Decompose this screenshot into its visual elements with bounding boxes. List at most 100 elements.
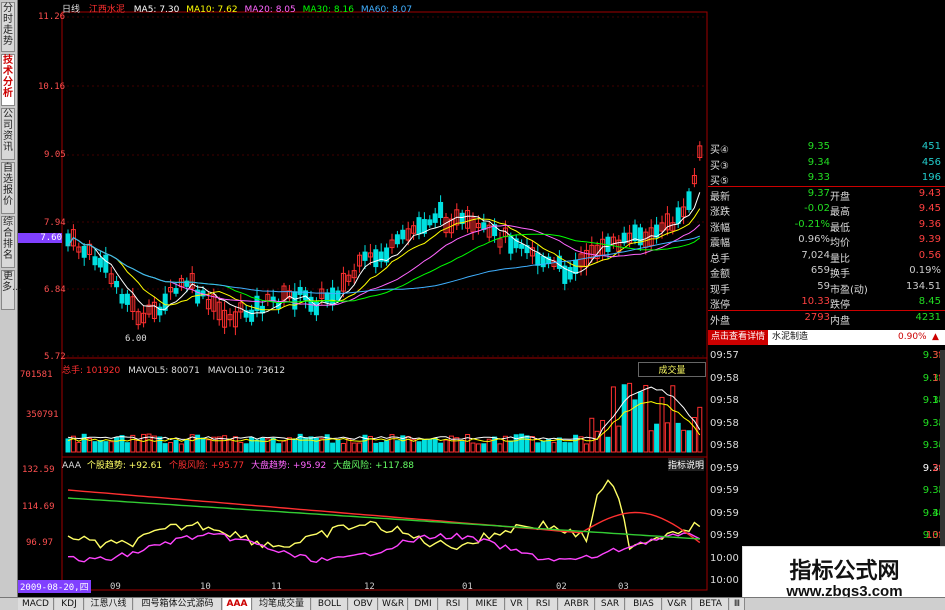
total-volume: 总手: 101920 [62, 366, 121, 376]
indicator-tab[interactable]: VR [506, 598, 528, 610]
tick-time: 09:59 [710, 507, 739, 519]
indicator-tab[interactable]: AAA [223, 598, 252, 610]
ma30-label: MA30: 8.16 [302, 5, 354, 15]
quote-value: 9.37 [807, 187, 830, 199]
volume-bar [232, 436, 238, 453]
tick-time: 09:58 [710, 395, 739, 406]
candle-body [362, 251, 368, 261]
volume-tick: 350791 [26, 410, 59, 420]
candle-body [675, 207, 681, 224]
ma10-label: MA10: 7.62 [186, 5, 238, 15]
tick-row: 09:589.3818⬇ [708, 393, 945, 409]
indicator-tab[interactable]: MIKE [469, 598, 505, 610]
industry-label[interactable]: 水泥制造 [772, 330, 808, 345]
quote-row: 涨停 10.33 跌停 8.45 [708, 295, 945, 311]
ma30-line [67, 233, 701, 304]
indicator-tab[interactable]: 均笔成交量 [253, 598, 311, 610]
date-cursor-label: 2009-08-20,四 [18, 580, 91, 593]
volume-tick: 701581 [20, 370, 53, 380]
volume-bar [243, 443, 249, 453]
quote-value-2: 9.43 [918, 187, 941, 199]
volume-bar [686, 430, 692, 453]
indicator-tab[interactable]: KDJ [55, 598, 84, 610]
indicator-tab[interactable]: BOLL [312, 598, 348, 610]
candle-body [427, 219, 433, 226]
volume-bar [378, 442, 384, 453]
indicator-tab[interactable]: 四号箱体公式源码 [134, 598, 222, 610]
indicator-line-3: 大盘趋势: +95.92 [251, 461, 327, 471]
indicator-line-1: 个股趋势: +92.61 [86, 461, 163, 471]
candle-body [330, 287, 336, 306]
quote-price: 9.33 [807, 172, 830, 183]
volume-bar [135, 439, 141, 453]
view-detail-button[interactable]: 点击查看详情 [708, 330, 769, 345]
indicator-yellow-line [67, 479, 701, 551]
chart-panel[interactable]: 日线 江西水泥 MA5: 7.30 MA10: 7.62 MA20: 8.05 … [18, 0, 708, 597]
volume-bar [157, 436, 163, 453]
volume-bar [184, 439, 190, 453]
volume-bar [394, 440, 400, 453]
month-tick: 11 [271, 582, 282, 592]
indicator-tab[interactable]: W&R [379, 598, 408, 610]
tick-row: 09:599.3924⬆ [708, 461, 945, 477]
quote-price: 9.34 [807, 156, 830, 168]
volume-type-select[interactable]: 成交量 [638, 362, 706, 377]
volume-bar [664, 422, 670, 453]
candle-body [400, 229, 406, 240]
quote-value: 2793 [804, 311, 830, 323]
indicator-tab[interactable]: RSI [529, 598, 558, 610]
volume-bar [173, 439, 179, 453]
indicator-tick: 132.59 [22, 465, 55, 475]
quote-row: 现手 59 市盈(动) 134.51 [708, 280, 945, 296]
tick-time: 10:00 [710, 575, 739, 586]
indicator-tab[interactable]: BETA [693, 598, 729, 610]
indicator-tab[interactable]: SAR [596, 598, 625, 610]
left-tab[interactable]: 技术分析 [1, 54, 15, 106]
volume-bar [168, 442, 174, 453]
candle-body [103, 254, 109, 273]
tick-time: 09:57 [710, 350, 739, 361]
volume-bar [529, 436, 535, 453]
left-tab[interactable]: 公司资讯 [1, 108, 15, 160]
left-tab[interactable]: 分时走势 [1, 2, 15, 52]
volume-bar [216, 436, 222, 453]
month-tick: 10 [200, 582, 211, 592]
tick-row: 09:599.38102⬆ [708, 528, 945, 544]
candle-body [394, 234, 400, 245]
quote-label: 现手 [710, 284, 730, 296]
volume-bar [605, 436, 611, 453]
volume-bar [259, 437, 265, 453]
price-tick: 11.26 [38, 12, 66, 22]
month-tick: 01 [462, 582, 473, 592]
indicator-tab[interactable]: BIAS [626, 598, 662, 610]
mavol10-label: MAVOL10: 73612 [207, 366, 286, 376]
indicator-tick: 96.97 [26, 538, 54, 548]
quote-value: 659 [810, 265, 830, 276]
volume-bar [567, 442, 573, 453]
left-tab[interactable]: 综合排名 [1, 216, 15, 268]
tick-row: 09:589.385⬇ [708, 416, 945, 432]
indicator-help-button[interactable]: 指标说明 [668, 458, 705, 471]
left-tab[interactable]: 更多... [1, 270, 22, 310]
indicator-tab[interactable]: Ⅲ [730, 598, 745, 610]
indicator-tab[interactable]: ARBR [559, 598, 595, 610]
low-price-marker: 6.00 [125, 334, 147, 344]
indicator-tab[interactable]: RSI [439, 598, 468, 610]
left-tab[interactable]: 自选报价 [1, 162, 15, 214]
volume-bar [92, 441, 98, 453]
volume-bar [330, 442, 336, 453]
volume-bar [497, 443, 503, 453]
volume-bar [249, 436, 255, 453]
quote-row: 买③ 9.34 456 [708, 156, 945, 172]
indicator-tab[interactable]: 江恩八线 [85, 598, 133, 610]
indicator-tab[interactable]: DMI [409, 598, 438, 610]
quote-volume: 196 [921, 172, 941, 183]
indicator-tab[interactable]: OBV [349, 598, 378, 610]
volume-bar [108, 441, 114, 453]
volume-bar [373, 442, 379, 453]
kline-chart-svg[interactable] [18, 0, 708, 597]
volume-bar [562, 442, 568, 453]
indicator-tab[interactable]: MACD [18, 598, 54, 610]
price-header: 日线 江西水泥 MA5: 7.30 MA10: 7.62 MA20: 8.05 … [62, 2, 412, 15]
indicator-tab[interactable]: V&R [663, 598, 692, 610]
